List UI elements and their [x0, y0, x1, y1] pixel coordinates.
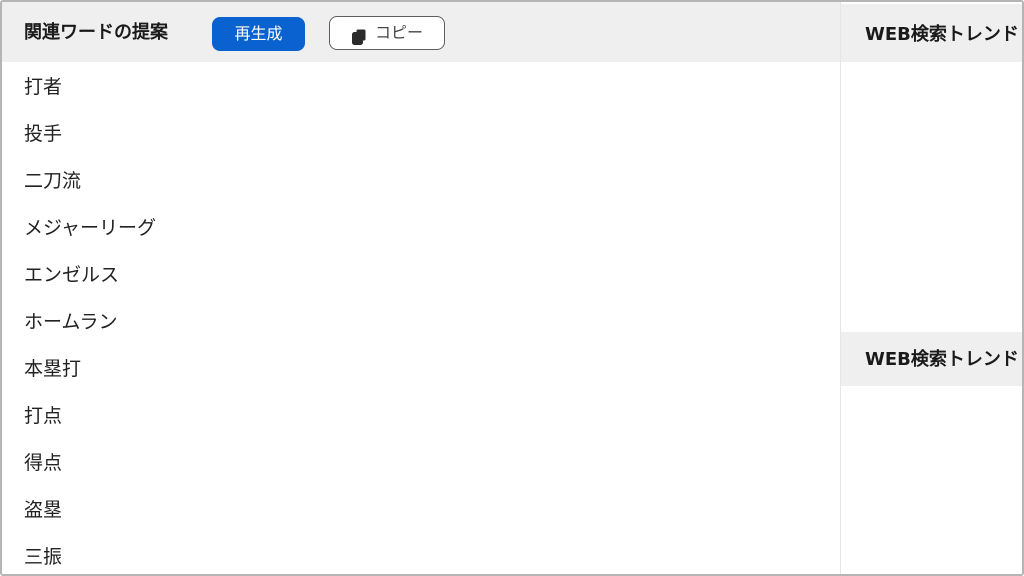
- web-trends-header-secondary: WEB検索トレンド: [841, 332, 1022, 386]
- list-item: 得点: [24, 452, 63, 474]
- web-trends-panel: WEB検索トレンド WEB検索トレンド: [841, 2, 1022, 574]
- list-item: 三振: [24, 546, 63, 568]
- list-item: ホームラン: [24, 311, 118, 333]
- copy-icon: [351, 24, 369, 45]
- list-item: 盗塁: [24, 499, 63, 521]
- web-trends-header: WEB検索トレンド: [841, 4, 1022, 62]
- regenerate-button[interactable]: 再生成: [212, 17, 305, 51]
- app-frame: 関連ワードの提案 再生成 コピー 打者 投手 二刀流 メジャーリーグ エンゼルス…: [0, 0, 1024, 576]
- list-item: エンゼルス: [24, 264, 120, 286]
- related-words-header: 関連ワードの提案 再生成 コピー: [2, 2, 840, 62]
- list-item: メジャーリーグ: [24, 217, 157, 239]
- list-item: 本塁打: [24, 358, 82, 380]
- list-item: 二刀流: [24, 170, 82, 192]
- web-trends-title: WEB検索トレンド: [865, 24, 1019, 45]
- web-trends-title-secondary: WEB検索トレンド: [865, 349, 1019, 370]
- copy-button[interactable]: コピー: [329, 16, 445, 50]
- related-words-panel: 関連ワードの提案 再生成 コピー 打者 投手 二刀流 メジャーリーグ エンゼルス…: [2, 2, 841, 574]
- list-item: 打者: [24, 76, 63, 98]
- related-words-list: 打者 投手 二刀流 メジャーリーグ エンゼルス ホームラン 本塁打 打点 得点 …: [24, 64, 157, 574]
- related-words-title: 関連ワードの提案: [24, 22, 168, 43]
- list-item: 投手: [24, 123, 63, 145]
- copy-button-label: コピー: [374, 23, 423, 42]
- list-item: 打点: [24, 405, 63, 427]
